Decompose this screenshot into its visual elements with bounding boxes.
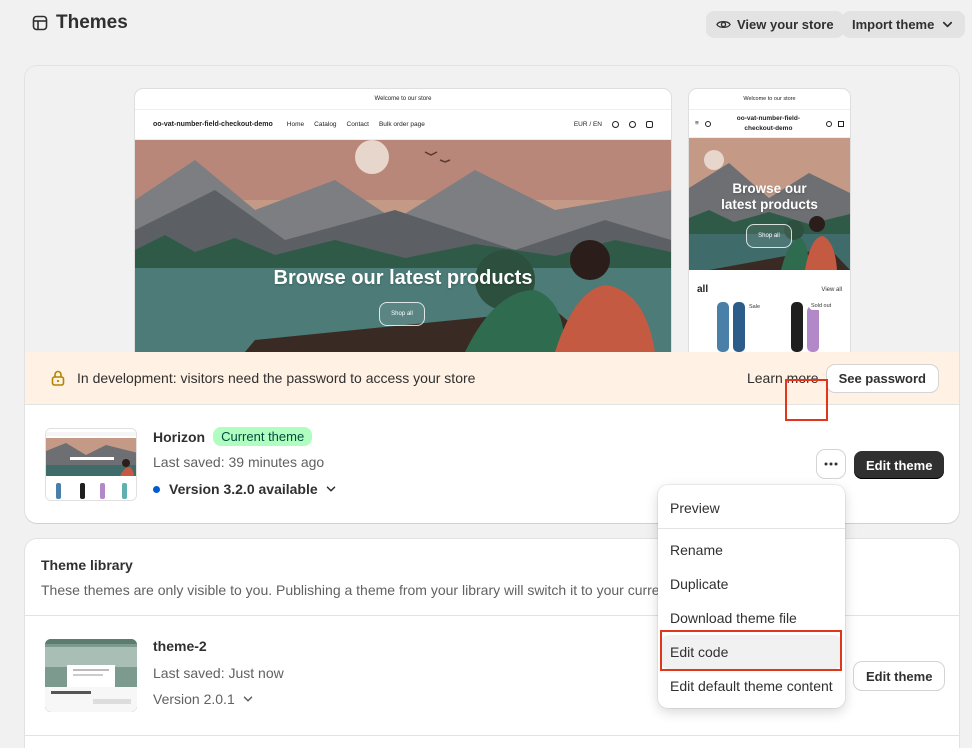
version-available-dropdown[interactable]: Version 3.2.0 available	[153, 481, 338, 497]
library-description: These themes are only visible to you. Pu…	[41, 582, 660, 598]
preview-hero: Browse our latest products Shop all	[135, 140, 671, 352]
see-password-button[interactable]: See password	[826, 364, 938, 392]
preview-nav-contact: Contact	[346, 121, 369, 128]
preview-locale: EUR / EN	[573, 121, 602, 128]
library-thumbnail-image	[45, 639, 137, 712]
menu-icon: ≡	[695, 120, 699, 127]
current-theme-card: Welcome to our store oo-vat-number-field…	[25, 66, 959, 523]
thumbnail-image	[46, 429, 136, 500]
current-theme-badge: Current theme	[213, 427, 313, 446]
eye-icon	[716, 21, 731, 28]
lock-icon	[51, 370, 65, 386]
banner-text: In development: visitors need the passwo…	[77, 370, 476, 386]
mobile-hero: Browse our latest products Shop all	[689, 138, 850, 270]
library-title: Theme library	[41, 557, 133, 573]
page-title-text: Themes	[56, 12, 128, 33]
theme-preview-area[interactable]: Welcome to our store oo-vat-number-field…	[25, 66, 959, 352]
mobile-collection-title: all	[697, 284, 709, 295]
cart-icon	[646, 121, 653, 128]
soldout-badge: Sold out	[809, 302, 834, 310]
current-theme-thumbnail[interactable]	[45, 428, 137, 501]
mobile-view-all: View all	[821, 287, 842, 293]
mobile-hero-line1: Browse our	[732, 181, 807, 196]
import-theme-label: Import theme	[852, 17, 935, 32]
preview-nav: oo-vat-number-field-checkout-demo Home C…	[135, 110, 671, 140]
mobile-nav: ≡ oo-vat-number-field-checkout-demo	[689, 110, 850, 138]
view-store-label: View your store	[737, 17, 834, 32]
mobile-brand: oo-vat-number-field-checkout-demo	[717, 114, 820, 134]
themes-icon	[32, 15, 48, 31]
more-actions-highlight	[785, 379, 828, 421]
chevron-down-icon	[326, 486, 335, 492]
menu-item-duplicate[interactable]: Duplicate	[658, 567, 845, 601]
search-icon	[612, 121, 619, 128]
library-theme-name: theme-2	[153, 638, 207, 654]
sale-badge: Sale	[749, 304, 761, 310]
library-version-dropdown[interactable]: Version 2.0.1	[153, 691, 255, 707]
version-available-label: Version 3.2.0 available	[169, 481, 318, 497]
mobile-preview[interactable]: Welcome to our store ≡ oo-vat-number-fie…	[689, 89, 850, 352]
import-theme-button[interactable]: Import theme	[842, 11, 966, 38]
mobile-brand-line1: oo-vat-number-field-	[736, 114, 800, 122]
mobile-brand-line2: checkout-demo	[744, 124, 793, 132]
page-title: Themes	[32, 12, 128, 34]
more-actions-button[interactable]	[817, 450, 845, 478]
preview-brand: oo-vat-number-field-checkout-demo	[153, 121, 273, 128]
current-theme-title: Horizon Current theme	[153, 427, 313, 446]
desktop-preview[interactable]: Welcome to our store oo-vat-number-field…	[135, 89, 671, 352]
current-theme-name: Horizon	[153, 428, 206, 445]
mobile-shop-all: Shop all	[746, 224, 792, 248]
library-theme-thumbnail[interactable]	[45, 639, 137, 712]
mobile-search-icon	[704, 120, 711, 127]
view-store-button[interactable]: View your store	[706, 11, 844, 38]
library-divider	[25, 735, 959, 736]
mobile-products: all View all Sale Sold out	[689, 270, 850, 352]
preview-nav-catalog: Catalog	[314, 121, 337, 128]
edit-code-highlight	[660, 630, 842, 671]
chevron-down-icon	[943, 21, 953, 28]
preview-nav-bulk: Bulk order page	[378, 121, 425, 128]
more-actions-menu: Preview Rename Duplicate Download theme …	[658, 485, 845, 708]
mobile-hero-title: Browse our latest products	[689, 181, 850, 213]
chevron-down-icon	[243, 696, 253, 702]
mobile-hero-line2: latest products	[721, 197, 818, 212]
account-icon	[629, 121, 636, 128]
version-status-dot	[153, 485, 160, 493]
mobile-cart-icon	[838, 120, 844, 127]
mobile-account-icon	[826, 120, 832, 127]
menu-item-rename[interactable]: Rename	[658, 533, 845, 567]
ellipsis-icon	[824, 462, 838, 466]
mobile-announcement: Welcome to our store	[689, 89, 850, 110]
menu-item-edit-default-content[interactable]: Edit default theme content	[658, 669, 845, 703]
preview-announcement: Welcome to our store	[135, 89, 671, 110]
library-edit-theme-button[interactable]: Edit theme	[854, 662, 945, 690]
menu-divider	[658, 528, 845, 529]
menu-item-preview[interactable]: Preview	[658, 491, 845, 525]
edit-theme-button[interactable]: Edit theme	[854, 451, 945, 479]
preview-hero-title: Browse our latest products	[273, 267, 533, 289]
preview-shop-all: Shop all	[379, 302, 425, 326]
library-theme-last-saved: Last saved: Just now	[153, 665, 284, 681]
preview-nav-home: Home	[286, 121, 305, 128]
current-theme-last-saved: Last saved: 39 minutes ago	[153, 454, 325, 470]
library-version-label: Version 2.0.1	[153, 691, 235, 707]
